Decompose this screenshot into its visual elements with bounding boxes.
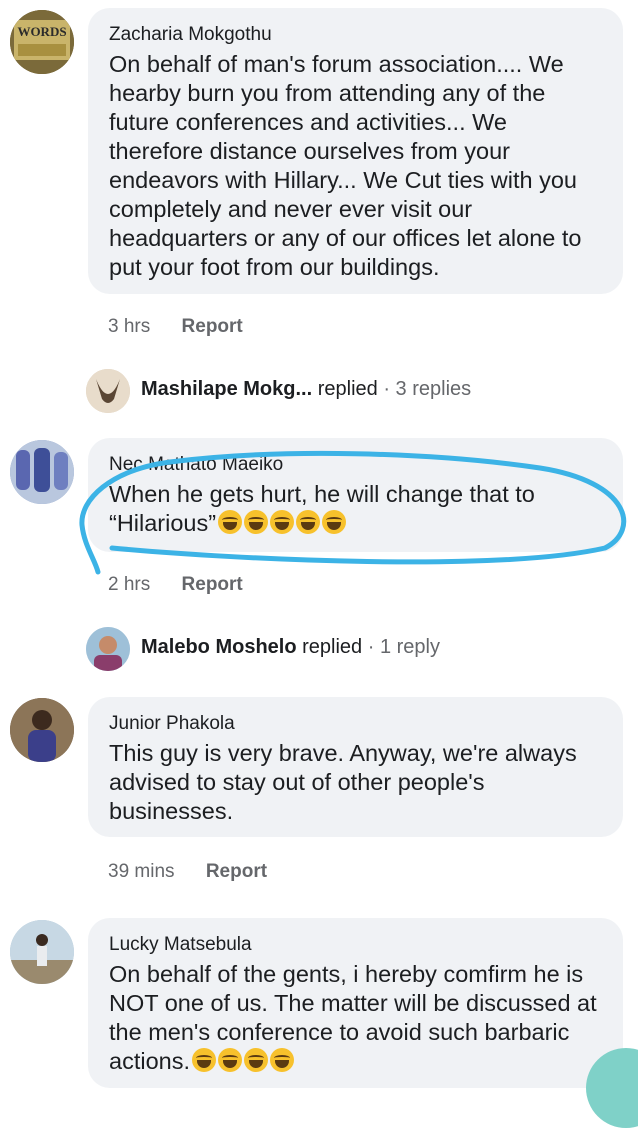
comment-author[interactable]: Lucky Matsebula [109, 932, 603, 958]
reply-verb: replied [302, 636, 363, 658]
comment-time[interactable]: 39 mins [108, 861, 175, 882]
comment-time[interactable]: 2 hrs [108, 574, 150, 595]
reply-count: 1 reply [379, 636, 440, 658]
comment-bubble: Junior Phakola This guy is very brave. A… [88, 697, 623, 837]
report-button[interactable]: Report [182, 574, 243, 595]
comment-meta: 39 mins Report [108, 861, 267, 883]
avatar-junior[interactable] [10, 698, 74, 762]
rofl-emoji-icon [270, 1048, 294, 1072]
avatar-image [86, 627, 130, 671]
replies-link[interactable]: Malebo Moshelo replied · 1 reply [141, 636, 440, 659]
comment-author[interactable]: Junior Phakola [109, 711, 603, 737]
reply-author: Malebo Moshelo [141, 636, 297, 658]
comment-text: This guy is very brave. Anyway, we're al… [109, 740, 577, 824]
comment-meta: 2 hrs Report [108, 574, 243, 596]
avatar-malebo[interactable] [86, 627, 130, 671]
avatar-image [10, 698, 74, 762]
avatar-image [10, 920, 74, 984]
comment-text-body: On behalf of the gents, i hereby comfirm… [109, 961, 597, 1074]
laughing-emoji-icon [192, 1048, 216, 1072]
comment-text: On behalf of the gents, i hereby comfirm… [109, 960, 603, 1076]
comment-bubble: Lucky Matsebula On behalf of the gents, … [88, 918, 623, 1088]
laughing-emoji-icon [244, 1048, 268, 1072]
rofl-emoji-icon [218, 1048, 242, 1072]
report-button[interactable]: Report [206, 861, 267, 882]
avatar-lucky[interactable] [10, 920, 74, 984]
